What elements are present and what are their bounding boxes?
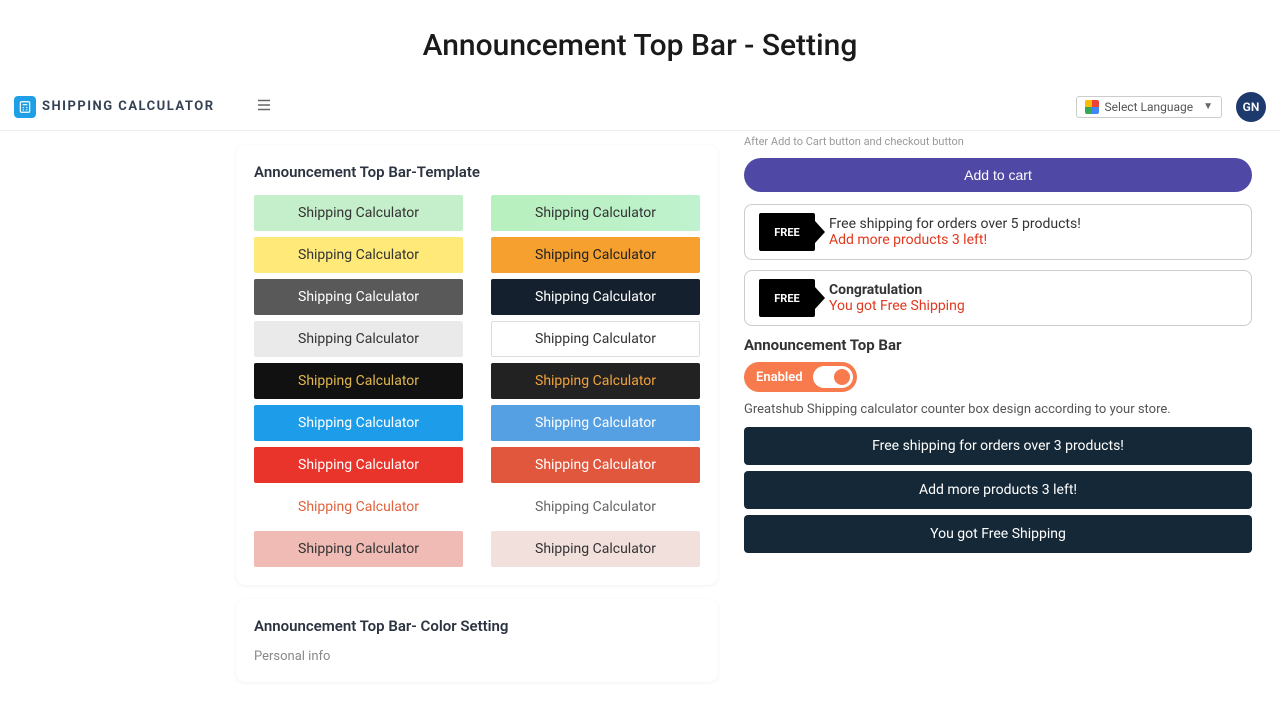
brand-name: SHIPPING CALCULATOR — [42, 99, 215, 114]
template-option[interactable]: Shipping Calculator — [254, 195, 463, 231]
template-option[interactable]: Shipping Calculator — [491, 363, 700, 399]
color-setting-heading: Announcement Top Bar- Color Setting — [254, 617, 700, 635]
template-option[interactable]: Shipping Calculator — [254, 447, 463, 483]
promo-congrats-title: Congratulation — [829, 282, 965, 298]
announcement-topbar-label: Announcement Top Bar — [744, 336, 1252, 354]
avatar[interactable]: GN — [1236, 92, 1266, 122]
promo-remaining-text: Add more products 3 left! — [829, 232, 1081, 248]
toggle-label: Enabled — [756, 370, 803, 385]
app-topbar: SHIPPING CALCULATOR Select Language ▼ GN — [0, 83, 1280, 131]
free-shipping-promo: FREE Free shipping for orders over 5 pro… — [744, 204, 1252, 260]
template-option[interactable]: Shipping Calculator — [491, 489, 700, 525]
template-option[interactable]: Shipping Calculator — [254, 489, 463, 525]
template-option[interactable]: Shipping Calculator — [491, 237, 700, 273]
promo-congrats-text: You got Free Shipping — [829, 298, 965, 314]
color-setting-card: Announcement Top Bar- Color Setting Pers… — [236, 599, 718, 682]
template-option[interactable]: Shipping Calculator — [491, 531, 700, 567]
language-selector[interactable]: Select Language ▼ — [1076, 96, 1222, 118]
language-label: Select Language — [1105, 100, 1194, 114]
chevron-down-icon: ▼ — [1203, 101, 1213, 112]
placement-hint: After Add to Cart button and checkout bu… — [744, 135, 1252, 148]
announcement-bar-preview: Add more products 3 left! — [744, 471, 1252, 509]
template-option[interactable]: Shipping Calculator — [254, 321, 463, 357]
template-option[interactable]: Shipping Calculator — [254, 531, 463, 567]
hamburger-icon[interactable] — [255, 96, 273, 118]
template-option[interactable]: Shipping Calculator — [254, 279, 463, 315]
announcement-bar-preview: You got Free Shipping — [744, 515, 1252, 553]
template-heading: Announcement Top Bar-Template — [254, 163, 700, 181]
congratulation-promo: FREE Congratulation You got Free Shippin… — [744, 270, 1252, 326]
template-option[interactable]: Shipping Calculator — [491, 195, 700, 231]
google-translate-icon — [1085, 100, 1099, 114]
template-option[interactable]: Shipping Calculator — [254, 405, 463, 441]
template-option[interactable]: Shipping Calculator — [491, 321, 700, 357]
toggle-knob-icon — [813, 366, 853, 388]
page-title: Announcement Top Bar - Setting — [0, 0, 1280, 83]
promo-threshold-text: Free shipping for orders over 5 products… — [829, 216, 1081, 232]
brand-logo: SHIPPING CALCULATOR — [14, 96, 215, 118]
free-truck-icon: FREE — [759, 213, 815, 251]
template-option[interactable]: Shipping Calculator — [491, 405, 700, 441]
free-truck-icon: FREE — [759, 279, 815, 317]
feature-description: Greatshub Shipping calculator counter bo… — [744, 402, 1252, 417]
enable-toggle[interactable]: Enabled — [744, 362, 857, 392]
template-option[interactable]: Shipping Calculator — [254, 363, 463, 399]
calculator-icon — [14, 96, 36, 118]
template-option[interactable]: Shipping Calculator — [491, 447, 700, 483]
announcement-bar-preview: Free shipping for orders over 3 products… — [744, 427, 1252, 465]
template-card: Announcement Top Bar-Template Shipping C… — [236, 145, 718, 585]
template-option[interactable]: Shipping Calculator — [254, 237, 463, 273]
color-setting-subheading: Personal info — [254, 649, 700, 664]
template-option[interactable]: Shipping Calculator — [491, 279, 700, 315]
add-to-cart-button[interactable]: Add to cart — [744, 158, 1252, 192]
